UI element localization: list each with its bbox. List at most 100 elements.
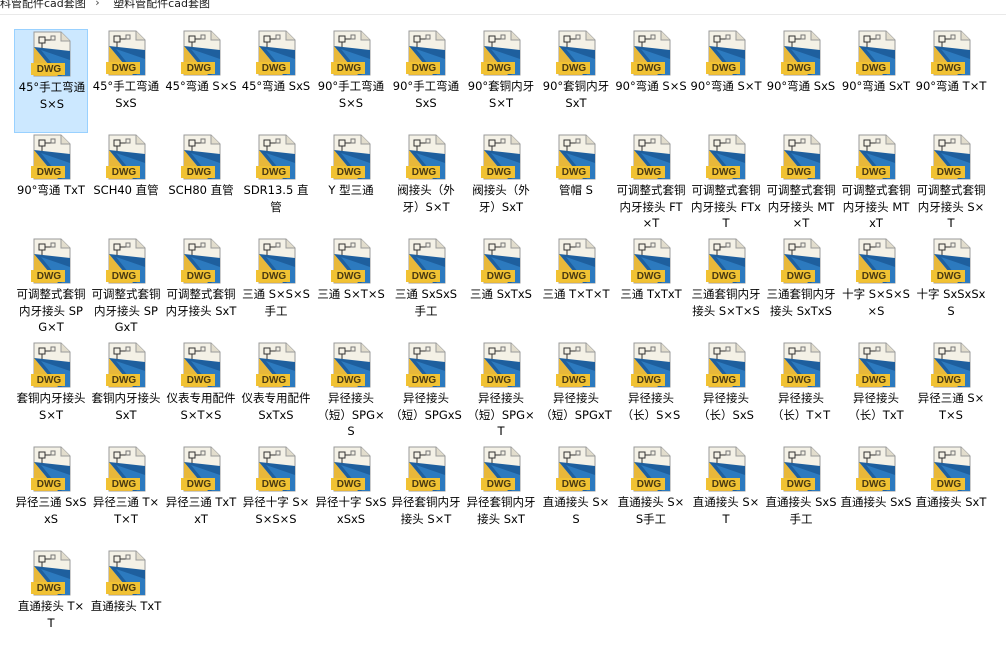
file-item[interactable]: DWG 异径套铜内牙接头 SxT bbox=[464, 445, 538, 549]
file-item[interactable]: DWG 直通接头 T×T bbox=[14, 549, 88, 653]
file-item[interactable]: DWG 可调整式套铜内牙接头 FTxT bbox=[689, 133, 763, 237]
dwg-badge-text: DWG bbox=[36, 479, 62, 490]
file-item[interactable]: DWG 90°弯通 T×T bbox=[914, 29, 988, 133]
file-item[interactable]: DWG 直通接头 SxS bbox=[839, 445, 913, 549]
file-item[interactable]: DWG 仪表专用配件 S×T×S bbox=[164, 341, 238, 445]
file-item[interactable]: DWG 异径套铜内牙接头 S×T bbox=[389, 445, 463, 549]
file-item[interactable]: DWG 十字 S×S×S×S bbox=[839, 237, 913, 341]
dwg-file-icon: DWG bbox=[254, 29, 298, 77]
file-item[interactable]: DWG 45°手工弯通 S×S bbox=[14, 29, 88, 133]
file-item[interactable]: DWG 三通套铜内牙接头 SxTxS bbox=[764, 237, 838, 341]
file-item[interactable]: DWG 异径接头（长）SxS bbox=[689, 341, 763, 445]
file-name: 可调整式套铜内牙接头 FTxT bbox=[691, 183, 761, 230]
file-item[interactable]: DWG 90°弯通 SxT bbox=[839, 29, 913, 133]
dwg-file-icon: DWG bbox=[704, 237, 748, 285]
file-item[interactable]: DWG 异径十字 SxSxSxS bbox=[314, 445, 388, 549]
dwg-file-icon: DWG bbox=[854, 29, 898, 77]
file-item[interactable]: DWG 三通套铜内牙接头 S×T×S bbox=[689, 237, 763, 341]
file-item[interactable]: DWG 90°手工弯通 S×S bbox=[314, 29, 388, 133]
file-item[interactable]: DWG 可调整式套铜内牙接头 FT×T bbox=[614, 133, 688, 237]
file-item[interactable]: DWG 异径三通 SxSxS bbox=[14, 445, 88, 549]
file-item[interactable]: DWG 可调整式套铜内牙接头 MT×T bbox=[764, 133, 838, 237]
dwg-badge-text: DWG bbox=[411, 271, 437, 282]
dwg-file-icon: DWG bbox=[104, 133, 148, 181]
file-item[interactable]: DWG SCH80 直管 bbox=[164, 133, 238, 237]
file-item[interactable]: DWG 异径接头（短）SPGxT bbox=[539, 341, 613, 445]
file-item[interactable]: DWG 异径接头（短）SPGxS bbox=[389, 341, 463, 445]
dwg-badge-text: DWG bbox=[861, 63, 887, 74]
file-name: 90°套铜内牙 S×T bbox=[467, 79, 535, 110]
dwg-file-icon: DWG bbox=[779, 133, 823, 181]
file-item[interactable]: DWG 可调整式套铜内牙接头 SxT bbox=[164, 237, 238, 341]
dwg-badge-text: DWG bbox=[111, 167, 137, 178]
file-item[interactable]: DWG SDR13.5 直管 bbox=[239, 133, 313, 237]
file-item[interactable]: DWG 三通 SxTxS bbox=[464, 237, 538, 341]
file-item[interactable]: DWG 异径接头（长）T×T bbox=[764, 341, 838, 445]
dwg-file-icon: DWG bbox=[704, 133, 748, 181]
file-item[interactable]: DWG 可调整式套铜内牙接头 MTxT bbox=[839, 133, 913, 237]
file-name: SDR13.5 直管 bbox=[243, 183, 309, 214]
file-item[interactable]: DWG 异径接头（短）SPG×S bbox=[314, 341, 388, 445]
dwg-badge-text: DWG bbox=[261, 167, 287, 178]
file-item[interactable]: DWG 90°弯通 SxS bbox=[764, 29, 838, 133]
file-item[interactable]: DWG 90°弯通 S×S bbox=[614, 29, 688, 133]
file-item[interactable]: DWG 可调整式套铜内牙接头 S×T bbox=[914, 133, 988, 237]
file-item[interactable]: DWG 异径接头（长）S×S bbox=[614, 341, 688, 445]
file-name: 异径接头（长）T×T bbox=[771, 391, 831, 422]
file-item[interactable]: DWG 仪表专用配件 SxTxS bbox=[239, 341, 313, 445]
file-item[interactable]: DWG 直通接头 S×T bbox=[689, 445, 763, 549]
file-name: 可调整式套铜内牙接头 S×T bbox=[916, 183, 986, 230]
file-item[interactable]: DWG 90°弯通 TxT bbox=[14, 133, 88, 237]
dwg-file-icon: DWG bbox=[704, 445, 748, 493]
dwg-file-icon: DWG bbox=[404, 237, 448, 285]
file-item[interactable]: DWG 套铜内牙接头 SxT bbox=[89, 341, 163, 445]
file-item[interactable]: DWG 90°弯通 S×T bbox=[689, 29, 763, 133]
file-item[interactable]: DWG 阀接头（外牙）SxT bbox=[464, 133, 538, 237]
file-item[interactable]: DWG 三通 TxTxT bbox=[614, 237, 688, 341]
dwg-file-icon: DWG bbox=[29, 237, 73, 285]
file-item[interactable]: DWG 直通接头 TxT bbox=[89, 549, 163, 653]
file-item[interactable]: DWG 45°弯通 S×S bbox=[164, 29, 238, 133]
file-item[interactable]: DWG 直通接头 SxT bbox=[914, 445, 988, 549]
dwg-file-icon: DWG bbox=[179, 341, 223, 389]
file-item[interactable]: DWG 90°手工弯通 SxS bbox=[389, 29, 463, 133]
file-item[interactable]: DWG 直通接头 SxS 手工 bbox=[764, 445, 838, 549]
file-name: 异径接头（短）SPGxT bbox=[540, 391, 612, 422]
file-item[interactable]: DWG 套铜内牙接头 S×T bbox=[14, 341, 88, 445]
file-item[interactable]: DWG 异径三通 TxTxT bbox=[164, 445, 238, 549]
file-item[interactable]: DWG 三通 S×S×S 手工 bbox=[239, 237, 313, 341]
dwg-badge-text: DWG bbox=[936, 479, 962, 490]
dwg-file-icon: DWG bbox=[179, 445, 223, 493]
file-item[interactable]: DWG 异径接头（长）TxT bbox=[839, 341, 913, 445]
file-item[interactable]: DWG 管帽 S bbox=[539, 133, 613, 237]
dwg-badge-text: DWG bbox=[486, 167, 512, 178]
dwg-badge-text: DWG bbox=[711, 479, 737, 490]
file-item[interactable]: DWG 可调整式套铜内牙接头 SPGxT bbox=[89, 237, 163, 341]
file-item[interactable]: DWG 45°弯通 SxS bbox=[239, 29, 313, 133]
file-name: 直通接头 SxT bbox=[915, 495, 987, 509]
file-name: 90°弯通 TxT bbox=[17, 183, 85, 197]
file-item[interactable]: DWG 异径三通 T×T×T bbox=[89, 445, 163, 549]
file-item[interactable]: DWG 异径三通 S×T×S bbox=[914, 341, 988, 445]
file-item[interactable]: DWG 十字 SxSxSxS bbox=[914, 237, 988, 341]
dwg-file-icon: DWG bbox=[854, 133, 898, 181]
file-item[interactable]: DWG 90°套铜内牙 S×T bbox=[464, 29, 538, 133]
file-item[interactable]: DWG 直通接头 S×S bbox=[539, 445, 613, 549]
file-item[interactable]: DWG Y 型三通 bbox=[314, 133, 388, 237]
file-item[interactable]: DWG 三通 S×T×S bbox=[314, 237, 388, 341]
file-name: 异径接头（短）SPGxS bbox=[390, 391, 462, 422]
file-item[interactable]: DWG SCH40 直管 bbox=[89, 133, 163, 237]
file-item[interactable]: DWG 可调整式套铜内牙接头 SPG×T bbox=[14, 237, 88, 341]
file-item[interactable]: DWG 阀接头（外牙）S×T bbox=[389, 133, 463, 237]
file-item[interactable]: DWG 45°手工弯通 SxS bbox=[89, 29, 163, 133]
dwg-file-icon: DWG bbox=[104, 29, 148, 77]
file-item[interactable]: DWG 直通接头 S×S手工 bbox=[614, 445, 688, 549]
file-item[interactable]: DWG 90°套铜内牙 SxT bbox=[539, 29, 613, 133]
dwg-badge-text: DWG bbox=[111, 583, 137, 594]
dwg-file-icon: DWG bbox=[629, 29, 673, 77]
file-item[interactable]: DWG 三通 SxSxS 手工 bbox=[389, 237, 463, 341]
file-item[interactable]: DWG 异径十字 S×S×S×S bbox=[239, 445, 313, 549]
file-item[interactable]: DWG 异径接头（短）SPG×T bbox=[464, 341, 538, 445]
file-item[interactable]: DWG 三通 T×T×T bbox=[539, 237, 613, 341]
dwg-badge-text: DWG bbox=[561, 479, 587, 490]
